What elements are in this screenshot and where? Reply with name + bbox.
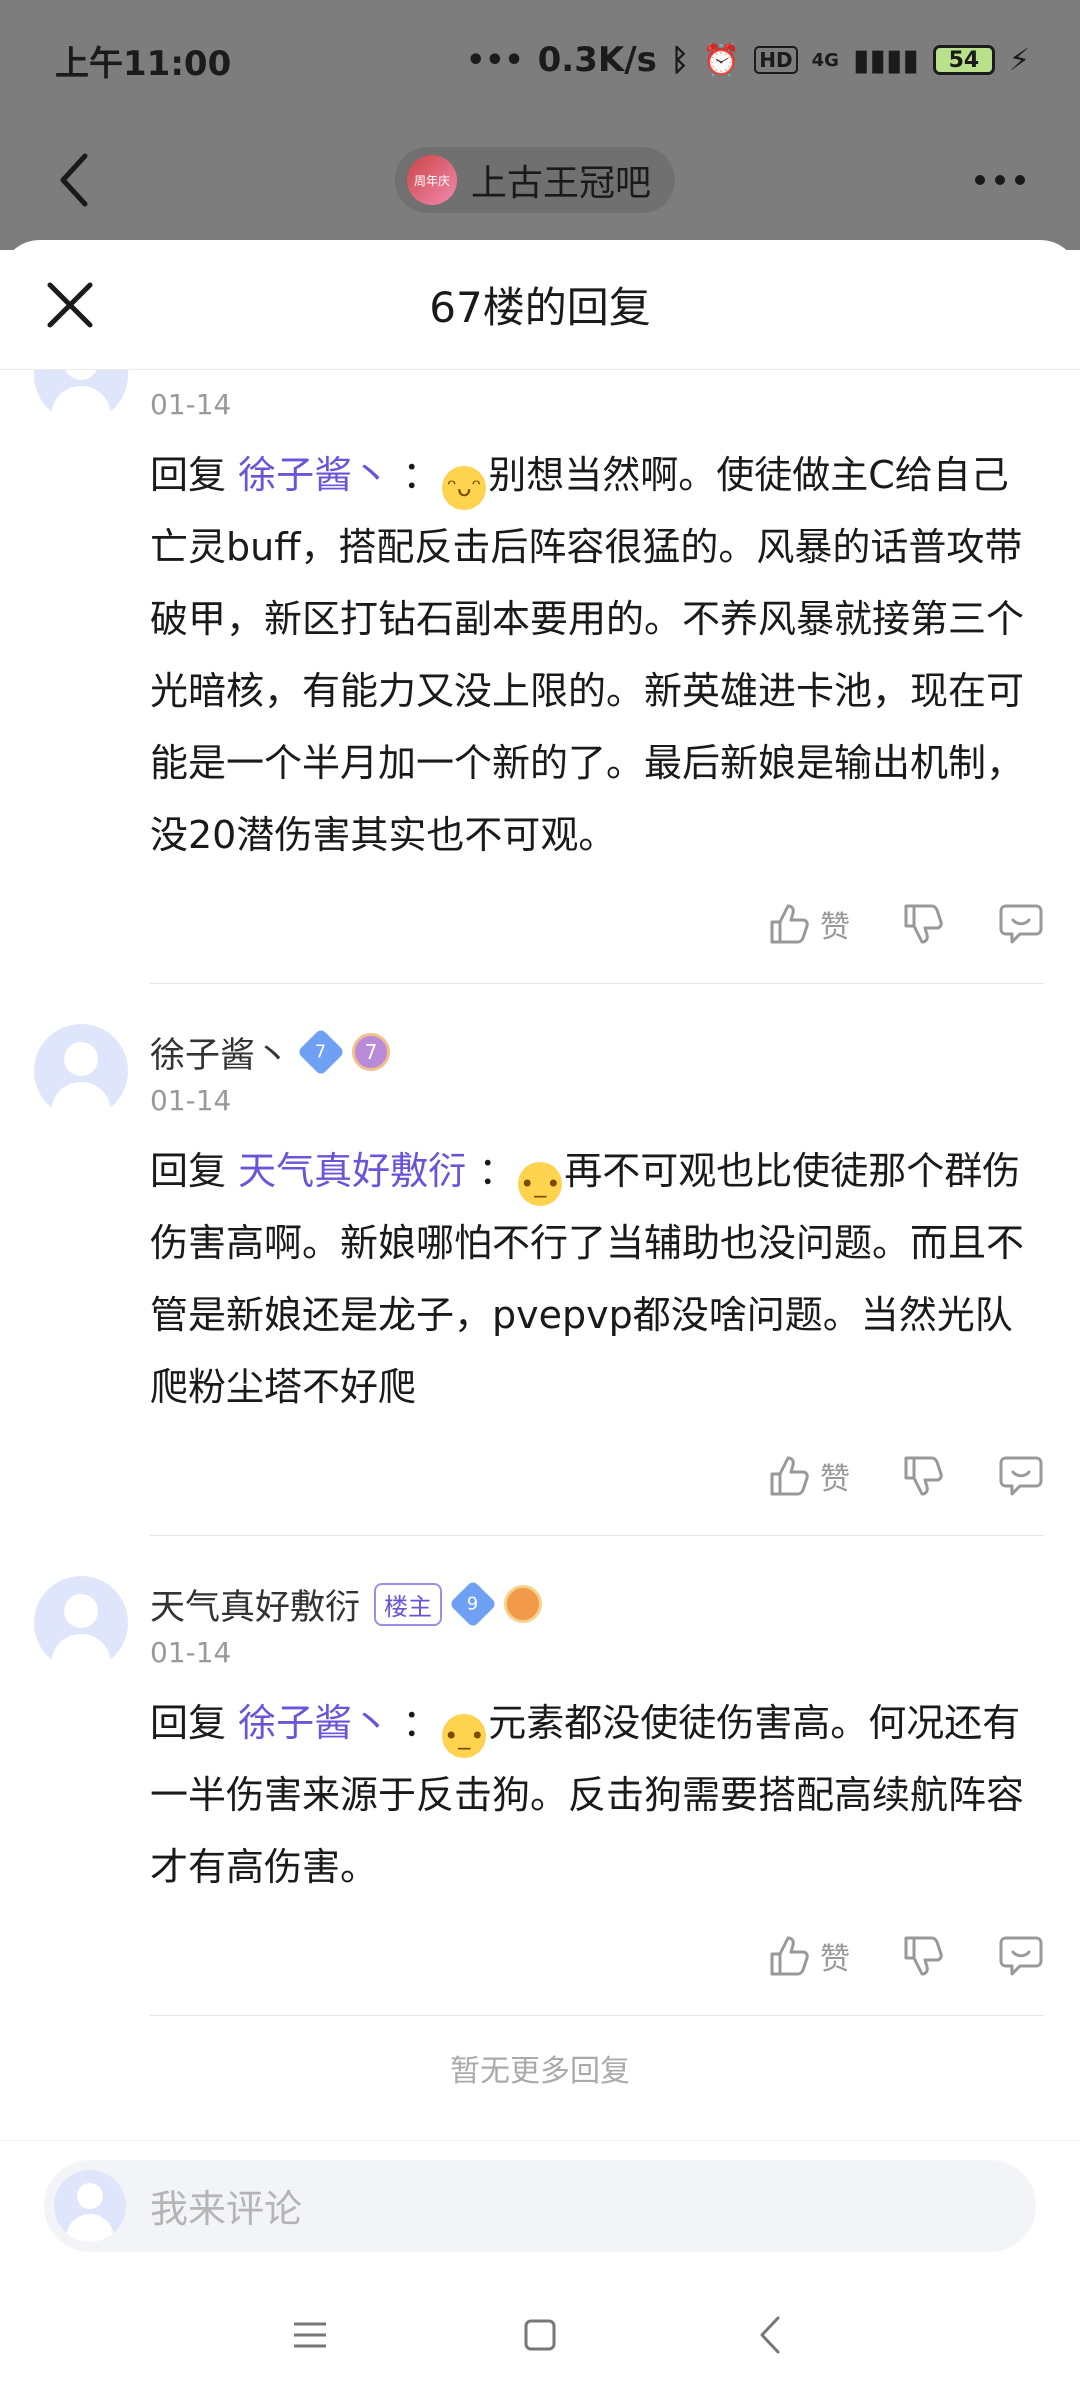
square-icon xyxy=(524,2319,556,2351)
reply-prefix: 回复 xyxy=(150,1701,227,1745)
like-label: 赞 xyxy=(820,1942,850,1977)
divider xyxy=(150,1535,1044,1536)
charging-icon: ⚡ xyxy=(1008,42,1030,78)
reply-header xyxy=(150,370,1044,384)
reply-item: 徐子酱丶 7 7 01-14 回复 天气真好敷衍 ： •_• 再不可观也比使徒那个群… xyxy=(0,1024,1080,1536)
comment-bubble-icon xyxy=(999,904,1043,944)
reply-date: 01-14 xyxy=(150,1084,232,1117)
sheet-title: 67楼的回复 xyxy=(429,283,651,332)
mention-link[interactable]: 徐子酱丶 xyxy=(238,1701,390,1745)
reply-date: 01-14 xyxy=(150,388,232,421)
comment-button[interactable] xyxy=(998,1934,1044,1978)
avatar[interactable] xyxy=(34,1024,128,1118)
reply-date: 01-14 xyxy=(150,1636,232,1669)
reply-body: 别想当然啊。使徒做主C给自己亡灵buff，搭配反击后阵容很猛的。风暴的话普攻带破… xyxy=(150,453,1025,857)
thumbs-down-icon xyxy=(904,904,943,944)
like-label: 赞 xyxy=(820,910,850,945)
divider xyxy=(150,2015,1044,2016)
more-dots-icon: ••• xyxy=(466,42,524,78)
comment-bubble-icon xyxy=(999,1456,1043,1496)
smile-emoji-icon: ᵔᴗᵔ xyxy=(442,466,487,510)
forum-name: 上古王冠吧 xyxy=(470,163,651,204)
comment-button[interactable] xyxy=(998,1454,1044,1498)
reply-separator: ： xyxy=(478,1149,517,1193)
back-button[interactable] xyxy=(40,145,110,215)
reply-item: 01-14 回复 徐子酱丶 ： ᵔᴗᵔ 别想当然啊。使徒做主C给自己亡灵buff，搭… xyxy=(0,370,1080,984)
reply-actions: 赞 xyxy=(150,1431,1044,1521)
avatar xyxy=(54,2169,126,2242)
comment-bubble-icon xyxy=(999,1936,1043,1976)
reply-text: 回复 徐子酱丶 ： ᵔᴗᵔ 别想当然啊。使徒做主C给自己亡灵buff，搭配反击后阵容… xyxy=(150,439,1044,871)
avatar[interactable] xyxy=(34,370,128,422)
dislike-button[interactable] xyxy=(902,902,946,946)
no-more-replies: 暂无更多回复 xyxy=(450,2054,630,2089)
reply-header: 天气真好敷衍 楼主 9 xyxy=(150,1576,1044,1632)
close-button[interactable] xyxy=(40,275,100,335)
system-nav-bar xyxy=(0,2270,1080,2400)
thumbs-down-icon xyxy=(904,1456,943,1496)
comment-button[interactable] xyxy=(998,902,1044,946)
reply-text: 回复 徐子酱丶 ： •_• 元素都没使徒伤害高。何况还有一半伤害来源于反击狗。反击狗… xyxy=(150,1687,1044,1903)
sweat-emoji-icon: •_• xyxy=(518,1162,563,1206)
reply-prefix: 回复 xyxy=(150,453,227,497)
chevron-left-icon xyxy=(760,2316,780,2354)
thumbs-up-icon xyxy=(770,1456,809,1496)
level-badge: 7 xyxy=(296,1027,346,1077)
status-bar: 上午11:00 ••• 0.3K/s ᛒ ⏰ HD 4G ▮▮▮▮ 54 ⚡ xyxy=(0,0,1080,120)
reply-sheet: 67楼的回复 01-14 回复 徐子酱丶 ： ᵔᴗᵔ 别想当然啊。使徒做主C给自己亡… xyxy=(0,240,1080,2400)
like-button[interactable]: 赞 xyxy=(768,1934,850,1978)
host-badge: 楼主 xyxy=(374,1582,443,1626)
thumbs-up-icon xyxy=(770,904,809,944)
bluetooth-icon: ᛒ xyxy=(670,42,689,78)
status-time: 上午11:00 xyxy=(55,43,232,84)
system-back-button[interactable] xyxy=(740,2305,800,2365)
dislike-button[interactable] xyxy=(902,1934,946,1978)
forum-avatar: 周年庆 xyxy=(406,155,457,205)
menu-icon xyxy=(294,2322,326,2348)
more-options-button[interactable] xyxy=(960,145,1040,215)
comment-input-bar: 我来评论 xyxy=(0,2140,1080,2270)
thumbs-up-icon xyxy=(770,1936,809,1976)
recents-button[interactable] xyxy=(280,2305,340,2365)
home-button[interactable] xyxy=(510,2305,570,2365)
network-type-icon: 4G xyxy=(811,49,839,71)
level-badge: 9 xyxy=(448,1579,498,1629)
forum-pill[interactable]: 周年庆 上古王冠吧 xyxy=(394,147,675,213)
chevron-left-icon xyxy=(60,153,88,207)
reply-header: 徐子酱丶 7 7 xyxy=(150,1024,1044,1080)
like-button[interactable]: 赞 xyxy=(768,1454,850,1498)
top-nav-bar: 周年庆 上古王冠吧 xyxy=(0,120,1080,240)
reply-separator: ： xyxy=(402,1701,441,1745)
like-label: 赞 xyxy=(820,1462,850,1497)
hd-icon: HD xyxy=(754,46,798,74)
battery-icon: 54 xyxy=(932,45,995,75)
user-name[interactable]: 天气真好敷衍 xyxy=(150,1579,360,1630)
network-speed: 0.3K/s xyxy=(537,40,657,80)
thumbs-down-icon xyxy=(904,1936,943,1976)
avatar[interactable] xyxy=(34,1576,128,1670)
mention-link[interactable]: 天气真好敷衍 xyxy=(238,1149,466,1193)
status-indicators: ••• 0.3K/s ᛒ ⏰ HD 4G ▮▮▮▮ 54 ⚡ xyxy=(466,40,1030,80)
sweat-emoji-icon: •_• xyxy=(442,1714,487,1758)
dislike-button[interactable] xyxy=(902,1454,946,1498)
medal-icon: 7 xyxy=(352,1033,391,1071)
reply-text: 回复 天气真好敷衍 ： •_• 再不可观也比使徒那个群伤伤害高啊。新娘哪怕不行了当辅… xyxy=(150,1135,1044,1423)
medal-icon xyxy=(504,1585,543,1623)
divider xyxy=(150,983,1044,984)
mention-link[interactable]: 徐子酱丶 xyxy=(238,453,390,497)
reply-actions: 赞 xyxy=(150,1911,1044,2001)
like-button[interactable]: 赞 xyxy=(768,902,850,946)
comment-placeholder: 我来评论 xyxy=(150,2187,303,2231)
user-name[interactable]: 徐子酱丶 xyxy=(150,1027,290,1078)
alarm-icon: ⏰ xyxy=(702,42,741,78)
reply-prefix: 回复 xyxy=(150,1149,227,1193)
reply-separator: ： xyxy=(402,453,441,497)
signal-icon: ▮▮▮▮ xyxy=(852,42,919,78)
close-icon xyxy=(47,282,93,328)
comment-input[interactable]: 我来评论 xyxy=(44,2159,1036,2252)
reply-item: 天气真好敷衍 楼主 9 01-14 回复 徐子酱丶 ： •_• 元素都没使徒伤害高。… xyxy=(0,1576,1080,2016)
sheet-header: 67楼的回复 xyxy=(0,240,1080,370)
reply-list[interactable]: 01-14 回复 徐子酱丶 ： ᵔᴗᵔ 别想当然啊。使徒做主C给自己亡灵buff，搭… xyxy=(0,370,1080,2130)
reply-actions: 赞 xyxy=(150,879,1044,969)
